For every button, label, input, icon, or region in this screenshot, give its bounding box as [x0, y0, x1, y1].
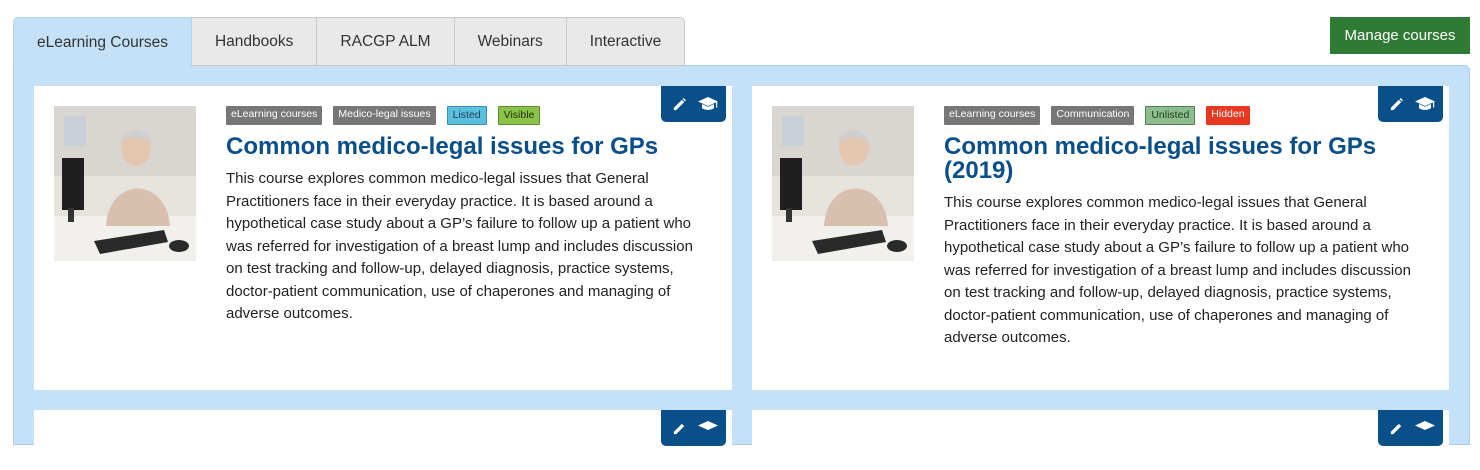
course-card [752, 410, 1449, 470]
course-thumbnail[interactable] [54, 106, 196, 261]
unlisted-badge: Unlisted [1145, 106, 1196, 125]
course-content: eLearning courses Medico-legal issues Li… [226, 106, 712, 326]
course-title[interactable]: Common medico-legal issues for GPs [226, 135, 712, 159]
course-tabs: eLearning Courses Handbooks RACGP ALM We… [13, 17, 686, 67]
course-description: This course explores common medico-legal… [944, 194, 1411, 346]
hidden-badge: Hidden [1206, 106, 1250, 125]
graduation-cap-icon[interactable] [697, 417, 719, 439]
course-content: eLearning courses Communication Unlisted… [944, 106, 1429, 350]
category-badge: eLearning courses [226, 106, 323, 125]
manage-courses-button[interactable]: Manage courses [1330, 17, 1470, 54]
tab-elearning-courses[interactable]: eLearning Courses [13, 17, 192, 67]
tab-webinars[interactable]: Webinars [454, 17, 567, 66]
course-badges: eLearning courses Medico-legal issues Li… [226, 106, 712, 125]
pencil-icon[interactable] [1385, 417, 1407, 439]
course-title[interactable]: Common medico-legal issues for GPs (2019… [944, 135, 1429, 183]
card-actions [661, 410, 726, 446]
course-card: eLearning courses Communication Unlisted… [752, 86, 1449, 390]
listed-badge: Listed [446, 106, 487, 125]
course-badges: eLearning courses Communication Unlisted… [944, 106, 1429, 125]
tab-handbooks[interactable]: Handbooks [191, 17, 318, 66]
course-card [34, 410, 732, 470]
pencil-icon[interactable] [668, 417, 690, 439]
courses-panel: eLearning courses Medico-legal issues Li… [13, 65, 1470, 470]
category-badge: eLearning courses [944, 106, 1041, 125]
card-actions [1378, 410, 1443, 446]
tab-interactive[interactable]: Interactive [566, 17, 686, 66]
graduation-cap-icon[interactable] [1414, 417, 1436, 439]
course-description: This course explores common medico-legal… [226, 170, 693, 322]
topic-badge: Medico-legal issues [333, 106, 436, 125]
course-thumbnail[interactable] [772, 106, 914, 261]
tab-racgp-alm[interactable]: RACGP ALM [317, 17, 455, 66]
topic-badge: Communication [1051, 106, 1135, 125]
course-card: eLearning courses Medico-legal issues Li… [34, 86, 732, 390]
visible-badge: Visible [497, 106, 541, 125]
